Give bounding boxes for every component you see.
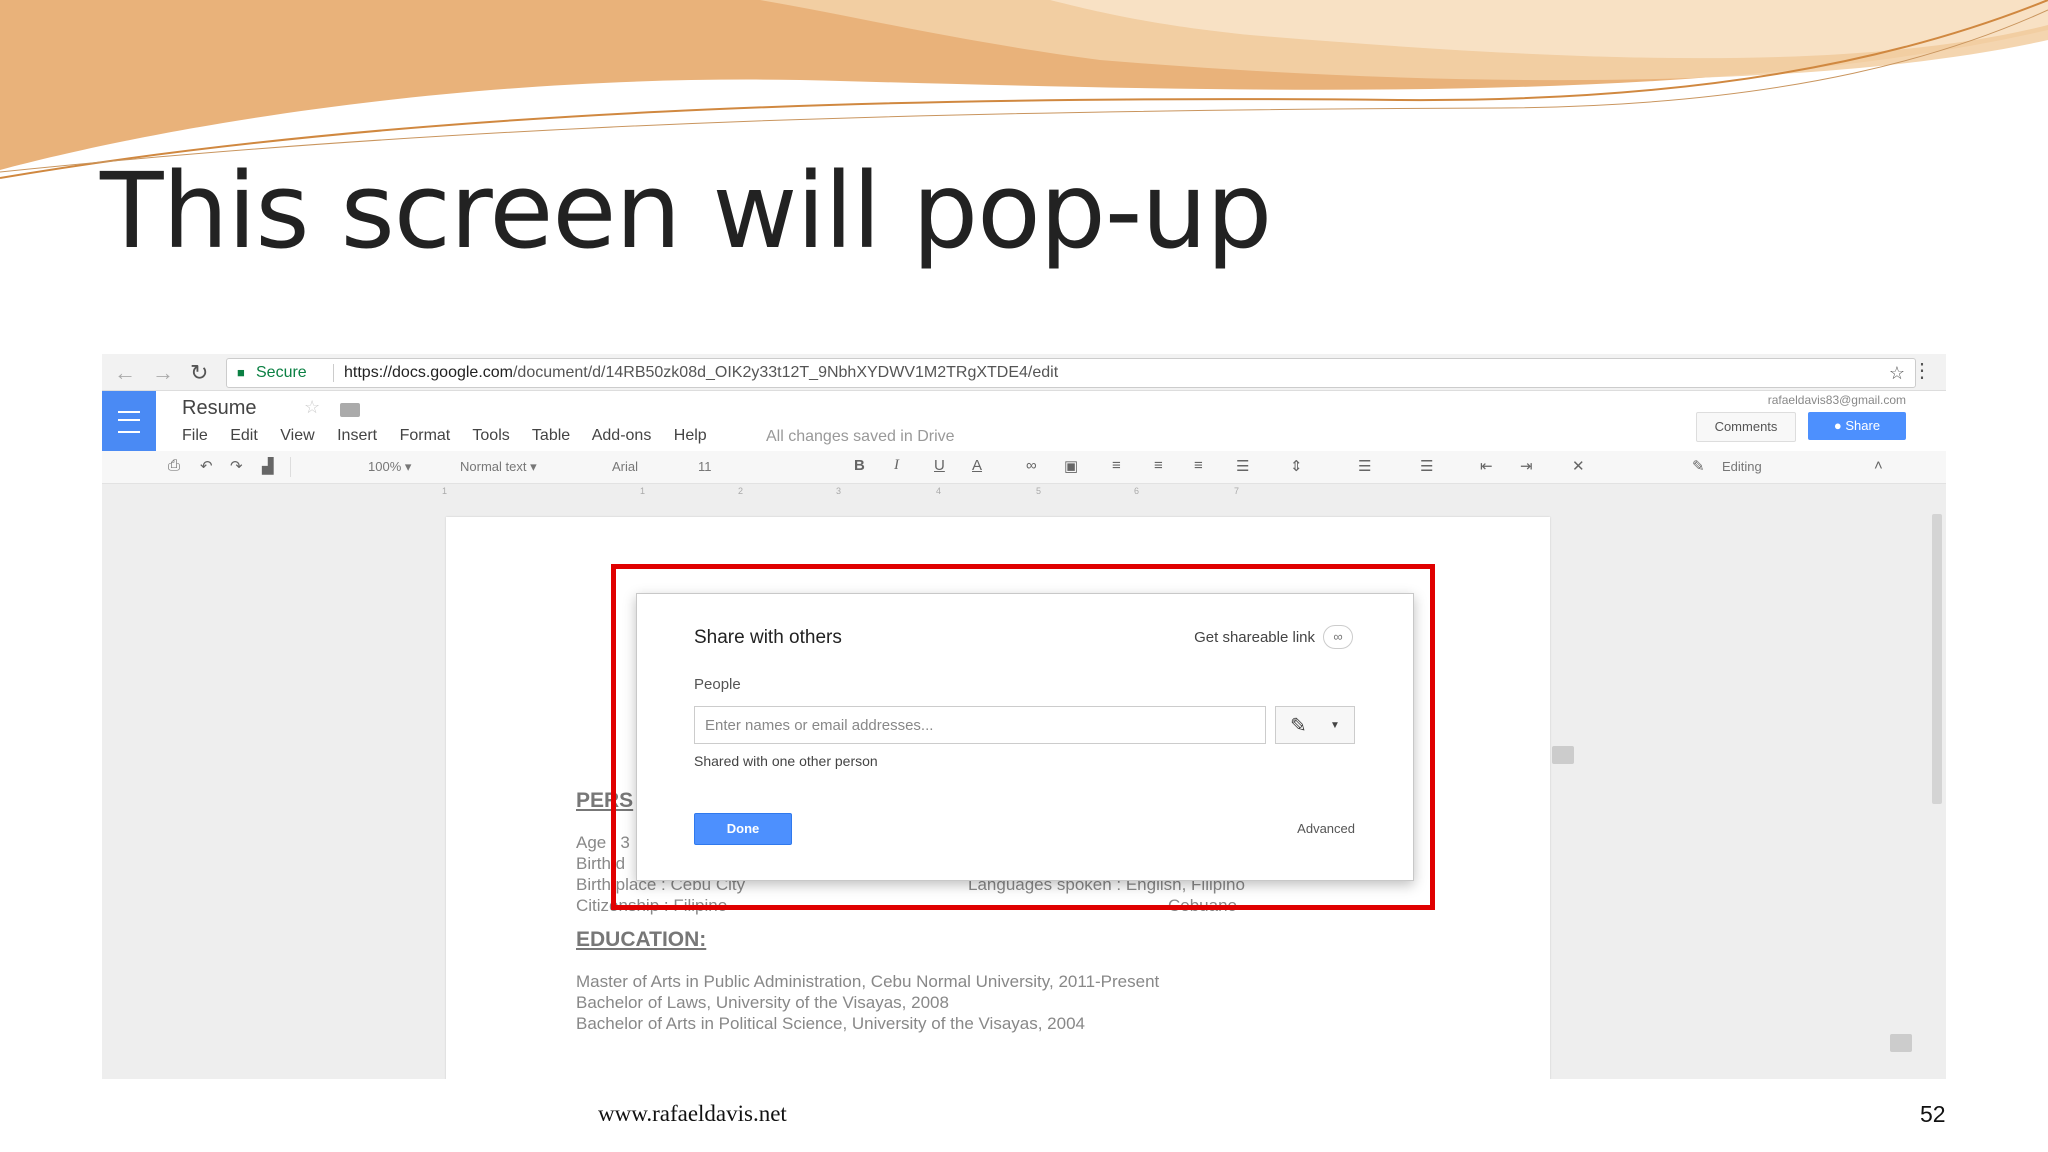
bulleted-list-icon[interactable]: ☰: [1420, 457, 1433, 475]
ruler[interactable]: 1 1 2 3 4 5 6 7: [102, 484, 1946, 500]
align-left-icon[interactable]: ≡: [1112, 457, 1121, 474]
secure-label: Secure: [256, 364, 307, 381]
increase-indent-icon[interactable]: ⇥: [1520, 457, 1533, 475]
menu-help[interactable]: Help: [674, 427, 707, 444]
highlight-box: [611, 564, 1435, 910]
docs-header: Resume ☆ File Edit View Insert Format To…: [102, 391, 1946, 451]
ruler-mark: 4: [936, 486, 942, 496]
menu-edit[interactable]: Edit: [230, 427, 258, 444]
menu-format[interactable]: Format: [400, 427, 451, 444]
section-heading-education: EDUCATION:: [576, 928, 707, 951]
menu-file[interactable]: File: [182, 427, 208, 444]
url-path: /document/d/14RB50zk08d_OIK2y33t12T_9Nbh…: [512, 364, 1059, 381]
comments-button[interactable]: Comments: [1696, 412, 1796, 442]
ruler-mark: 1: [640, 486, 646, 496]
back-arrow-icon[interactable]: ←: [114, 360, 136, 386]
folder-icon[interactable]: [340, 403, 360, 417]
collapse-icon[interactable]: ˄: [1874, 457, 1883, 474]
slide-title: This screen will pop-up: [100, 150, 1272, 272]
font-value: Arial: [612, 459, 639, 474]
share-button[interactable]: ● Share: [1808, 412, 1906, 440]
menu-insert[interactable]: Insert: [337, 427, 377, 444]
editing-mode-select[interactable]: Editing: [1722, 459, 1762, 474]
docs-logo-icon[interactable]: [102, 391, 156, 451]
url-text: https://docs.google.com/document/d/14RB5…: [344, 359, 1058, 387]
clear-formatting-icon[interactable]: ✕: [1572, 457, 1585, 475]
share-label: Share: [1845, 418, 1881, 433]
font-size-select[interactable]: 11: [698, 459, 712, 474]
menu-view[interactable]: View: [280, 427, 314, 444]
line-spacing-icon[interactable]: ⇕: [1290, 457, 1303, 475]
underline-icon[interactable]: U: [934, 457, 945, 474]
address-separator: [333, 364, 334, 382]
scrollbar[interactable]: [1932, 514, 1942, 804]
docs-screenshot: ← → ↻ ■ Secure https://docs.google.com/d…: [102, 354, 1946, 1079]
decrease-indent-icon[interactable]: ⇤: [1480, 457, 1493, 475]
menu-addons[interactable]: Add-ons: [592, 427, 652, 444]
editing-mode-value: Editing: [1722, 459, 1762, 474]
save-status[interactable]: All changes saved in Drive: [766, 428, 955, 446]
education-line: Bachelor of Arts in Political Science, U…: [576, 1014, 1085, 1033]
menu-tools[interactable]: Tools: [472, 427, 509, 444]
justify-icon[interactable]: ☰: [1236, 457, 1249, 475]
align-right-icon[interactable]: ≡: [1194, 457, 1203, 474]
star-icon[interactable]: ☆: [304, 397, 320, 418]
insert-comment-icon[interactable]: ▣: [1064, 457, 1078, 475]
ruler-mark: 5: [1036, 486, 1042, 496]
footer-website: www.rafaeldavis.net: [598, 1101, 787, 1126]
education-line: Bachelor of Laws, University of the Visa…: [576, 993, 949, 1012]
undo-icon[interactable]: ↶: [200, 457, 213, 475]
style-value: Normal text: [460, 459, 527, 474]
zoom-select[interactable]: 100% ▾: [368, 459, 411, 475]
font-size-value: 11: [698, 459, 712, 474]
zoom-value: 100%: [368, 459, 402, 474]
account-email[interactable]: rafaeldavis83@gmail.com: [1768, 393, 1906, 407]
print-icon[interactable]: ⎙: [168, 457, 180, 474]
explore-icon[interactable]: [1890, 1034, 1912, 1052]
ruler-mark: 3: [836, 486, 842, 496]
reload-icon[interactable]: ↻: [190, 360, 208, 386]
menu-table[interactable]: Table: [532, 427, 570, 444]
url-domain: https://docs.google.com: [344, 364, 513, 381]
education-line: Master of Arts in Public Administration,…: [576, 972, 1160, 991]
add-comment-icon[interactable]: [1552, 746, 1574, 764]
lock-icon: ■: [237, 365, 245, 380]
style-select[interactable]: Normal text ▾: [460, 459, 537, 475]
browser-menu-icon[interactable]: ⋮: [1912, 358, 1932, 383]
numbered-list-icon[interactable]: ☰: [1358, 457, 1371, 475]
align-center-icon[interactable]: ≡: [1154, 457, 1163, 474]
toolbar-divider: [290, 457, 291, 477]
ruler-mark: 6: [1134, 486, 1140, 496]
address-bar[interactable]: ■ Secure https://docs.google.com/documen…: [226, 358, 1916, 388]
ruler-mark: 2: [738, 486, 744, 496]
page-number: 52: [1920, 1101, 1946, 1127]
font-select[interactable]: Arial: [612, 459, 638, 474]
menu-bar: File Edit View Insert Format Tools Table…: [182, 427, 725, 445]
document-title[interactable]: Resume: [182, 397, 256, 420]
forward-arrow-icon[interactable]: →: [152, 360, 174, 386]
pencil-icon: ✎: [1692, 458, 1705, 475]
bookmark-star-icon[interactable]: ☆: [1889, 359, 1905, 387]
formatting-toolbar: ⎙ ↶ ↷ ▟ 100% ▾ Normal text ▾ Arial 11 B …: [102, 451, 1946, 484]
italic-icon[interactable]: I: [894, 457, 899, 474]
text-color-icon[interactable]: A: [972, 457, 982, 474]
paint-format-icon[interactable]: ▟: [262, 457, 274, 475]
ruler-mark: 1: [442, 486, 448, 496]
bold-icon[interactable]: B: [854, 457, 865, 474]
ruler-mark: 7: [1234, 486, 1240, 496]
browser-bar: ← → ↻ ■ Secure https://docs.google.com/d…: [102, 354, 1946, 391]
redo-icon[interactable]: ↷: [230, 457, 243, 475]
insert-link-icon[interactable]: ∞: [1026, 457, 1037, 474]
